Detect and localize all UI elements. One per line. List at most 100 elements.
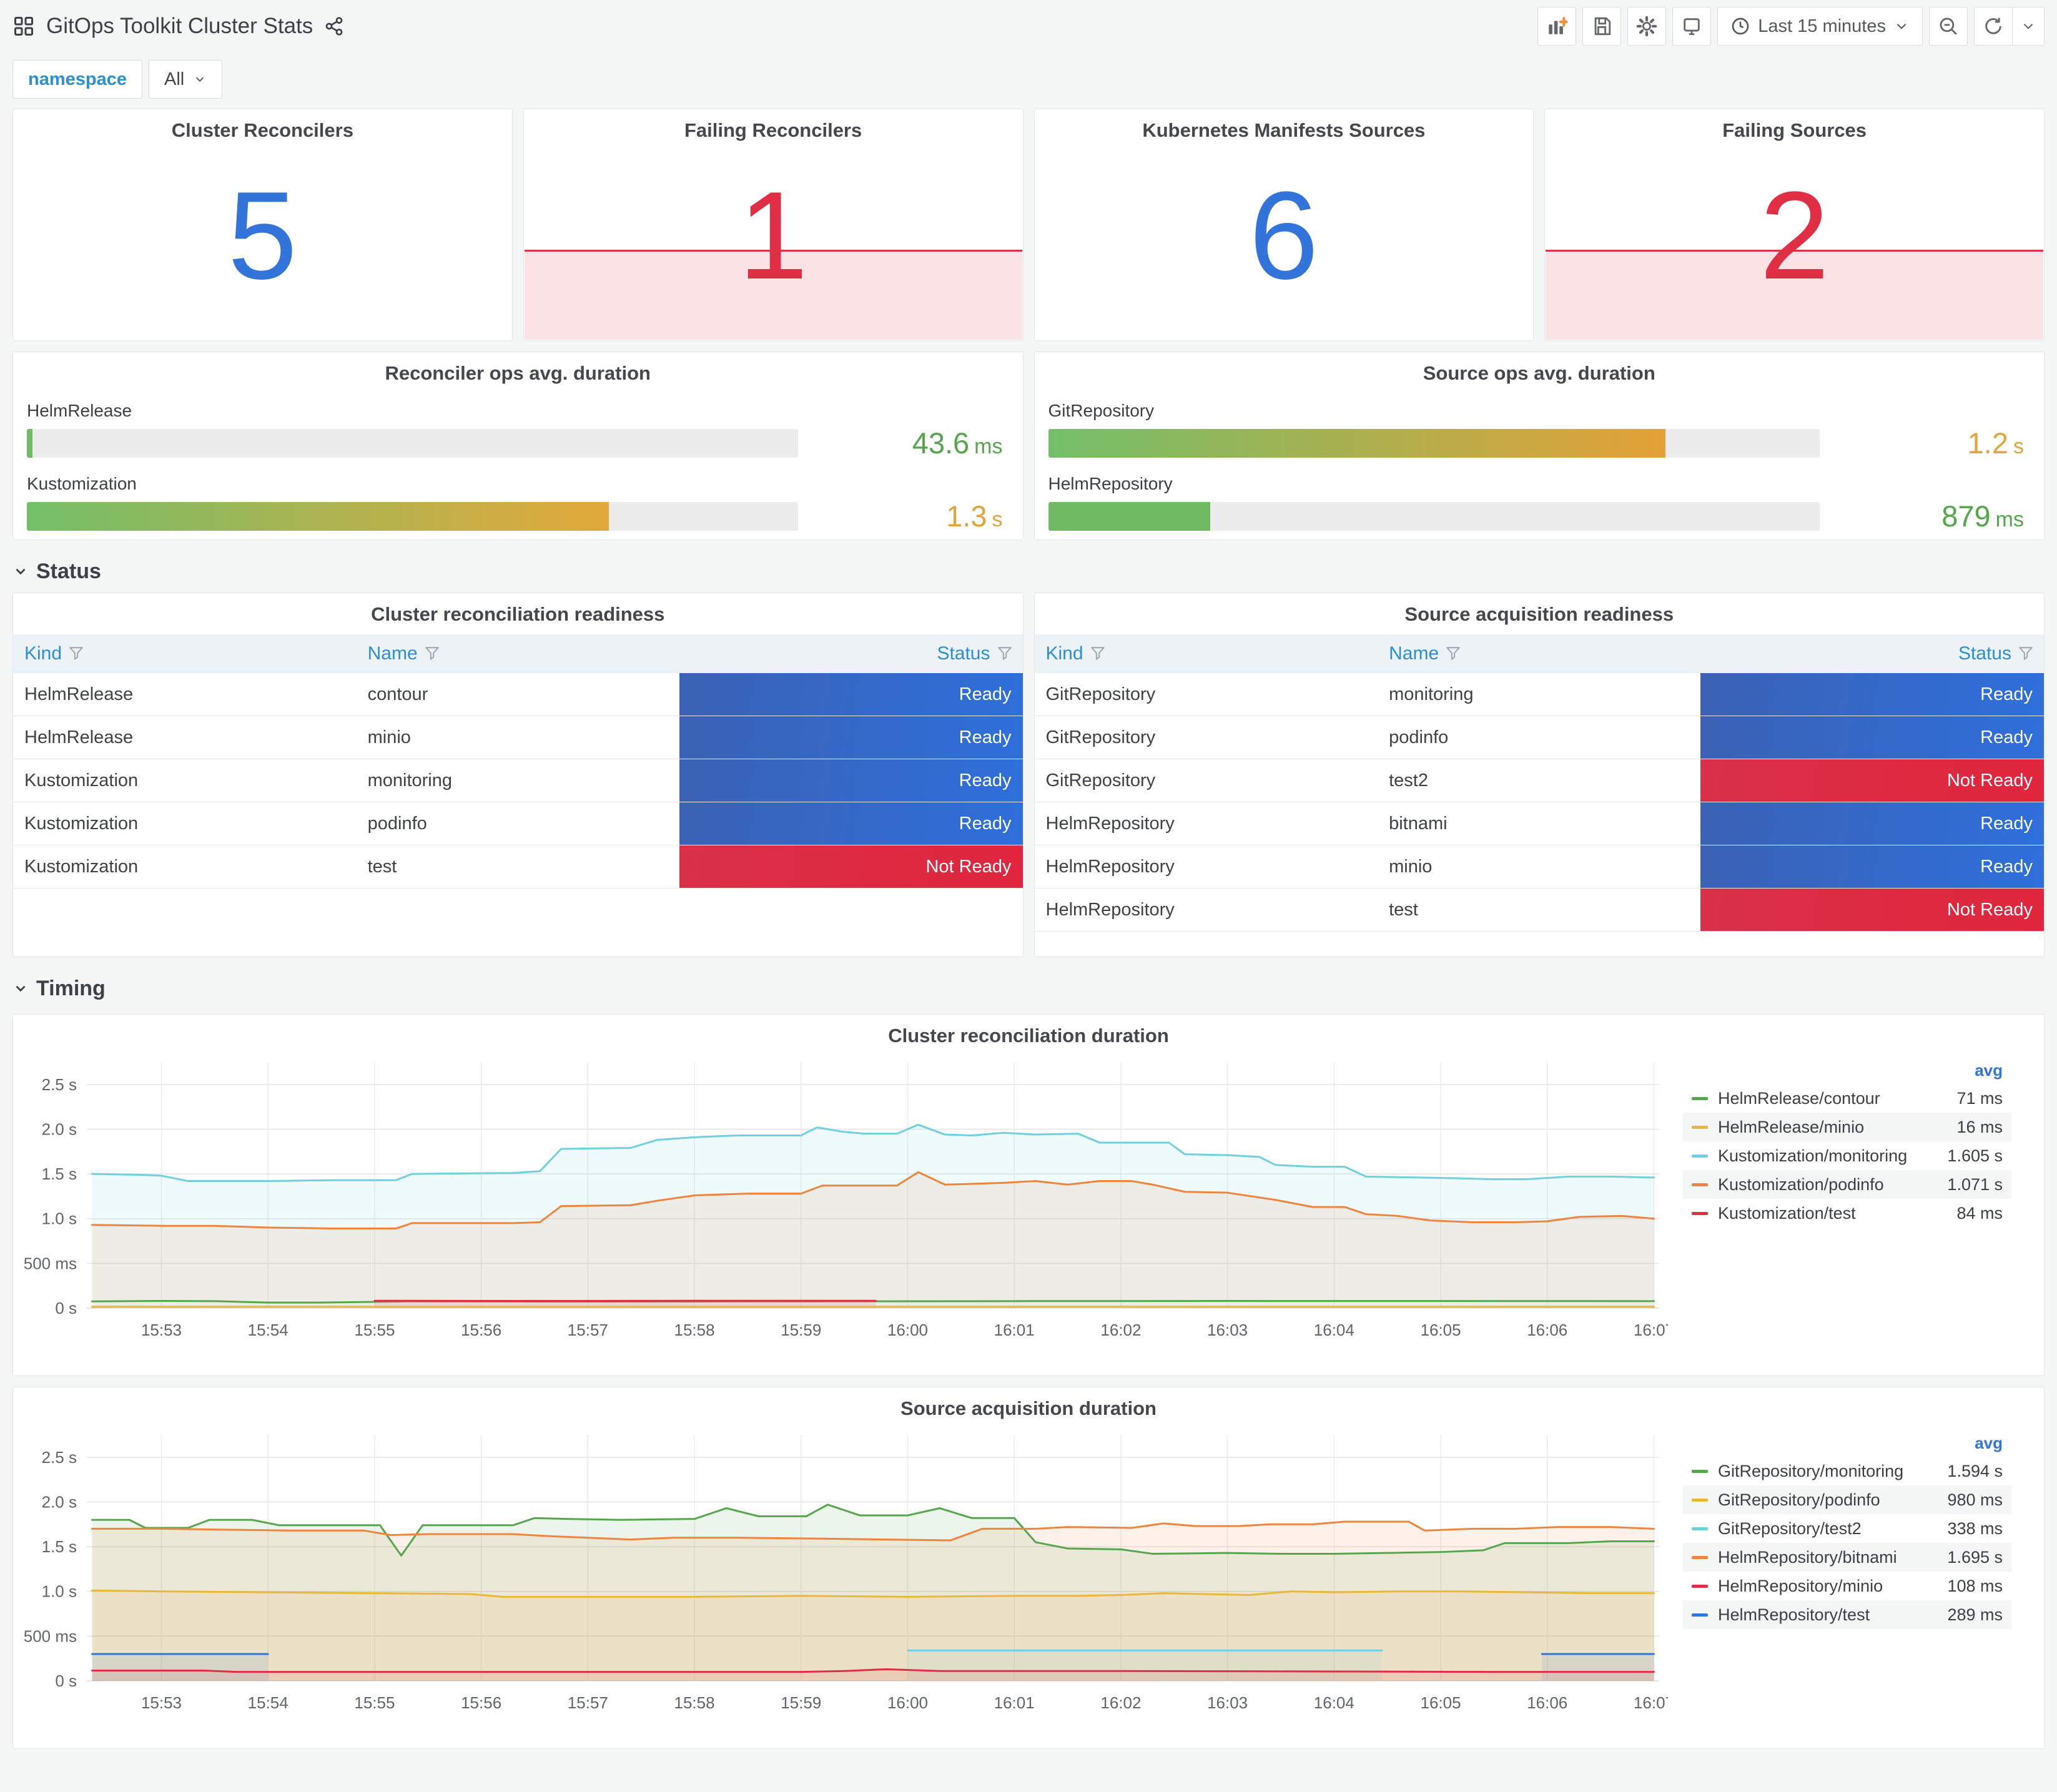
legend-series-name: Kustomization/monitoring — [1718, 1146, 1908, 1165]
zoom-out-button[interactable] — [1929, 7, 1968, 46]
svg-text:15:55: 15:55 — [354, 1693, 395, 1712]
dashboard-settings-button[interactable] — [1627, 7, 1667, 46]
svg-text:15:53: 15:53 — [141, 1321, 182, 1339]
svg-text:1.5 s: 1.5 s — [42, 1164, 77, 1183]
column-header-status[interactable]: Status — [679, 634, 1023, 673]
legend-item[interactable]: GitRepository/podinfo 980 ms — [1683, 1485, 2011, 1514]
panel-title[interactable]: Cluster reconciliation readiness — [13, 593, 1023, 626]
status-badge: Not Ready — [679, 845, 1023, 888]
legend-item[interactable]: HelmRepository/minio 108 ms — [1683, 1572, 2011, 1600]
legend-avg-header[interactable]: avg — [1683, 1434, 2011, 1457]
svg-text:15:54: 15:54 — [248, 1693, 289, 1712]
svg-text:2.5 s: 2.5 s — [42, 1075, 77, 1094]
legend-series-avg: 289 ms — [1947, 1605, 2003, 1624]
legend-item[interactable]: GitRepository/test2 338 ms — [1683, 1514, 2011, 1543]
panel-title[interactable]: Source acquisition duration — [13, 1387, 2044, 1420]
dashboard-header: GitOps Toolkit Cluster Stats Last 15 min… — [12, 0, 2045, 52]
panel-title[interactable]: Source ops avg. duration — [1035, 352, 2045, 385]
filter-icon[interactable] — [1090, 646, 1106, 662]
section-status[interactable]: Status — [12, 556, 2045, 586]
cell-kind: Kustomization — [13, 845, 357, 889]
legend-item[interactable]: Kustomization/monitoring 1.605 s — [1683, 1141, 2011, 1170]
dashboard-grid-icon[interactable] — [12, 15, 35, 37]
legend-series-swatch — [1692, 1555, 1708, 1559]
legend-item[interactable]: GitRepository/monitoring 1.594 s — [1683, 1457, 2011, 1485]
svg-text:1.0 s: 1.0 s — [42, 1582, 77, 1601]
legend-series-swatch — [1692, 1584, 1708, 1588]
legend-series-swatch — [1692, 1469, 1708, 1473]
legend-item[interactable]: Kustomization/test 84 ms — [1683, 1199, 2011, 1228]
section-timing[interactable]: Timing — [12, 973, 2045, 1003]
panel-title[interactable]: Source acquisition readiness — [1035, 593, 2045, 626]
section-timing-label: Timing — [36, 976, 106, 1000]
svg-text:16:04: 16:04 — [1314, 1693, 1354, 1712]
cell-status: Ready — [679, 759, 1023, 802]
cell-kind: GitRepository — [1034, 759, 1378, 802]
filter-icon[interactable] — [997, 646, 1013, 662]
time-series-plot[interactable]: 15:53 15:54 15:55 15:56 15:57 15:58 15:59 16:00… — [19, 1424, 1668, 1717]
table-row: Kustomization test Not Ready — [13, 845, 1023, 889]
gauges-row: Reconciler ops avg. duration HelmRelease… — [12, 352, 2045, 540]
svg-text:2.5 s: 2.5 s — [42, 1448, 77, 1467]
cell-status: Ready — [1700, 845, 2044, 889]
column-header-kind[interactable]: Kind — [1034, 634, 1378, 673]
filter-icon[interactable] — [2018, 646, 2034, 662]
table-row: HelmRepository minio Ready — [1034, 845, 2044, 889]
legend-series-avg: 71 ms — [1956, 1088, 2003, 1108]
time-series-plot[interactable]: 15:53 15:54 15:55 15:56 15:57 15:58 15:59 16:00… — [19, 1051, 1668, 1344]
svg-text:16:03: 16:03 — [1207, 1693, 1248, 1712]
panel-cluster-reconciliation-readiness: Cluster reconciliation readiness Kind Nam… — [12, 593, 1024, 957]
table-row: GitRepository podinfo Ready — [1034, 716, 2044, 759]
save-dashboard-button[interactable] — [1582, 7, 1622, 46]
svg-text:16:06: 16:06 — [1527, 1693, 1567, 1712]
legend-series-avg: 1.071 s — [1947, 1174, 2003, 1194]
cell-kind: HelmRelease — [13, 716, 357, 759]
legend-series-name: HelmRelease/minio — [1718, 1117, 1865, 1136]
cell-status: Not Ready — [1700, 888, 2044, 932]
svg-text:15:58: 15:58 — [674, 1693, 715, 1712]
add-panel-button[interactable] — [1537, 7, 1577, 46]
variable-namespace-value-dropdown[interactable]: All — [149, 60, 223, 99]
legend-item[interactable]: HelmRelease/contour 71 ms — [1683, 1084, 2011, 1113]
filter-icon[interactable] — [424, 646, 440, 662]
filter-icon[interactable] — [1445, 646, 1461, 662]
filter-icon[interactable] — [68, 646, 84, 662]
bar-gauge-fill — [27, 428, 32, 458]
legend-series-name: HelmRepository/test — [1718, 1605, 1870, 1624]
bar-gauge-list: GitRepository 1.2 s HelmRepository 879 ms — [1035, 385, 2045, 533]
legend-series-avg: 980 ms — [1947, 1490, 2003, 1509]
chart-legend: avg GitRepository/monitoring 1.594 s GitRe… — [1668, 1424, 2018, 1717]
share-icon[interactable] — [324, 16, 344, 36]
column-header-name[interactable]: Name — [356, 634, 679, 673]
column-header-name[interactable]: Name — [1378, 634, 1701, 673]
legend-item[interactable]: HelmRepository/test 289 ms — [1683, 1600, 2011, 1629]
time-range-picker[interactable]: Last 15 minutes — [1717, 7, 1923, 46]
svg-text:16:01: 16:01 — [994, 1321, 1035, 1339]
cycle-view-mode-button[interactable] — [1672, 7, 1712, 46]
legend-item[interactable]: HelmRepository/bitnami 1.695 s — [1683, 1543, 2011, 1572]
refresh-button[interactable] — [1974, 7, 2013, 46]
svg-text:500 ms: 500 ms — [24, 1627, 77, 1645]
column-header-kind[interactable]: Kind — [13, 634, 357, 673]
refresh-interval-dropdown[interactable] — [2013, 7, 2045, 46]
svg-text:15:58: 15:58 — [674, 1321, 715, 1339]
cell-kind: HelmRepository — [1034, 845, 1378, 889]
panel-title[interactable]: Cluster reconciliation duration — [13, 1015, 2044, 1047]
panel-reconciler-ops-avg-duration: Reconciler ops avg. duration HelmRelease… — [12, 352, 1024, 540]
panel-title[interactable]: Reconciler ops avg. duration — [13, 352, 1023, 385]
legend-series-name: Kustomization/test — [1718, 1203, 1856, 1223]
cell-kind: Kustomization — [13, 759, 357, 802]
chevron-down-icon — [195, 77, 204, 82]
svg-text:16:02: 16:02 — [1100, 1693, 1141, 1712]
cell-name: test — [356, 845, 679, 889]
clock-icon — [1730, 16, 1750, 36]
bar-gauge-value: 879 ms — [1941, 500, 2024, 533]
legend-item[interactable]: Kustomization/podinfo 1.071 s — [1683, 1170, 2011, 1199]
svg-text:16:05: 16:05 — [1421, 1693, 1461, 1712]
legend-series-swatch — [1692, 1096, 1708, 1100]
legend-avg-header[interactable]: avg — [1683, 1061, 2011, 1084]
column-header-status[interactable]: Status — [1700, 634, 2044, 673]
legend-item[interactable]: HelmRelease/minio 16 ms — [1683, 1113, 2011, 1141]
svg-text:15:59: 15:59 — [781, 1693, 821, 1712]
bar-gauge-track — [1048, 501, 1820, 531]
